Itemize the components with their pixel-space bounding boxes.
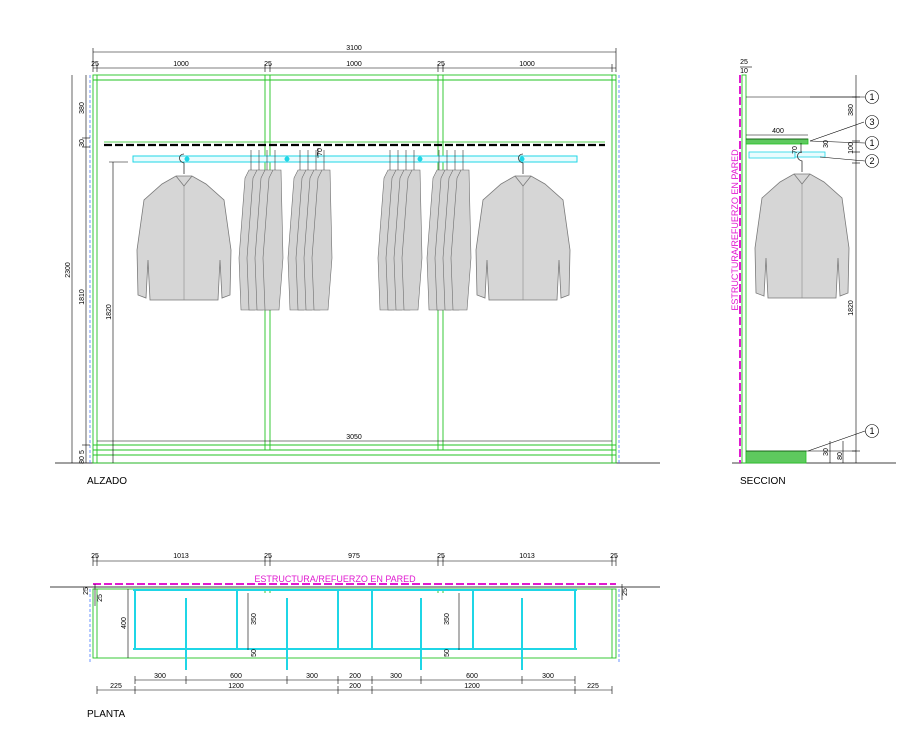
dim-a6: 1000 (519, 61, 535, 68)
planta-dim-c2: 1200 (228, 683, 244, 690)
planta-dim-c1: 225 (110, 683, 122, 690)
planta-dim-c5: 225 (587, 683, 599, 690)
alzado-rail (132, 155, 578, 163)
dim-a3: 25 (264, 61, 272, 68)
shirt-right (475, 153, 571, 301)
dim-l6: 5 (79, 450, 86, 454)
planta-dim-t4: 975 (348, 553, 360, 560)
callout-1c: 1 (869, 426, 874, 436)
planta-dim-t2: 1013 (173, 553, 189, 560)
dim-a2: 1000 (173, 61, 189, 68)
planta-dim-s3: 400 (121, 617, 128, 629)
planta-dim-c4: 1200 (464, 683, 480, 690)
dim-l1: 380 (79, 102, 86, 114)
planta-dim-s8: 25 (622, 588, 629, 596)
dim-l5: 1820 (106, 304, 113, 320)
drawing-sheet: 3100 25 1000 25 1000 25 1000 380 30 2300… (50, 45, 896, 720)
planta-dim-b6: 600 (466, 673, 478, 680)
callout-3: 3 (869, 117, 874, 127)
planta-dim-t3: 25 (264, 553, 272, 560)
callout-1b: 1 (869, 138, 874, 148)
planta-dim-b1: 300 (154, 673, 166, 680)
dim-total-width: 3100 (346, 45, 362, 52)
alzado-view: 3100 25 1000 25 1000 25 1000 380 30 2300… (55, 45, 660, 487)
seccion-shelf (745, 138, 809, 145)
jackets-2 (287, 149, 333, 311)
jackets-4 (426, 149, 472, 311)
alzado-label: ALZADO (87, 476, 127, 487)
seccion-dim-shelf: 400 (772, 128, 784, 135)
dim-inner-width: 3050 (346, 434, 362, 441)
seccion-dim-r5: 30 (823, 448, 830, 456)
dim-l3: 2300 (65, 262, 72, 278)
seccion-dim-r6: 80 (837, 452, 844, 460)
dim-l7: 80 (79, 456, 86, 464)
seccion-wall-note: ESTRUCTURA/REFUERZO EN PARED (730, 149, 740, 311)
planta-dim-s1: 25 (83, 587, 90, 595)
seccion-dim-r1: 380 (848, 104, 855, 116)
planta-dim-t5: 25 (437, 553, 445, 560)
planta-dim-b2: 600 (230, 673, 242, 680)
planta-dim-b4: 200 (349, 673, 361, 680)
planta-wall-note: ESTRUCTURA/REFUERZO EN PARED (254, 574, 416, 584)
planta-view: 25 1013 25 975 25 1013 25 ESTRUCTURA/REF… (50, 553, 660, 720)
planta-dim-b5: 300 (390, 673, 402, 680)
planta-dim-t7: 25 (610, 553, 618, 560)
shirt-left (136, 153, 232, 301)
planta-dim-s5: 50 (251, 649, 258, 657)
dim-a5: 25 (437, 61, 445, 68)
callout-2: 2 (869, 156, 874, 166)
dim-l4: 1810 (79, 289, 86, 305)
planta-dim-s6: 350 (444, 613, 451, 625)
planta-dim-s2: 25 (97, 594, 104, 602)
jackets-1 (238, 149, 284, 311)
seccion-label: SECCION (740, 476, 786, 487)
seccion-dim-r3: 100 (848, 142, 855, 154)
planta-dim-t6: 1013 (519, 553, 535, 560)
seccion-dim-r2: 30 (823, 140, 830, 148)
dim-l2: 30 (79, 139, 86, 147)
planta-label: PLANTA (87, 709, 125, 720)
planta-dim-b3: 300 (306, 673, 318, 680)
dim-rail: 70 (317, 148, 324, 156)
seccion-dim-rail: 70 (792, 146, 799, 154)
dim-a1: 25 (91, 61, 99, 68)
seccion-shirt (754, 151, 850, 299)
seccion-dim-10: 10 (740, 68, 748, 75)
planta-dim-t1: 25 (91, 553, 99, 560)
planta-dim-c3: 200 (349, 683, 361, 690)
jackets-3 (377, 149, 423, 311)
seccion-view: 25 10 400 380 30 100 1820 30 80 70 ESTRU… (730, 59, 896, 487)
seccion-dim-r4: 1820 (848, 300, 855, 316)
planta-dim-s7: 50 (444, 649, 451, 657)
dim-a4: 1000 (346, 61, 362, 68)
planta-dim-s4: 350 (251, 613, 258, 625)
callout-1a: 1 (869, 92, 874, 102)
seccion-dim-25: 25 (740, 59, 748, 66)
planta-dim-b7: 300 (542, 673, 554, 680)
